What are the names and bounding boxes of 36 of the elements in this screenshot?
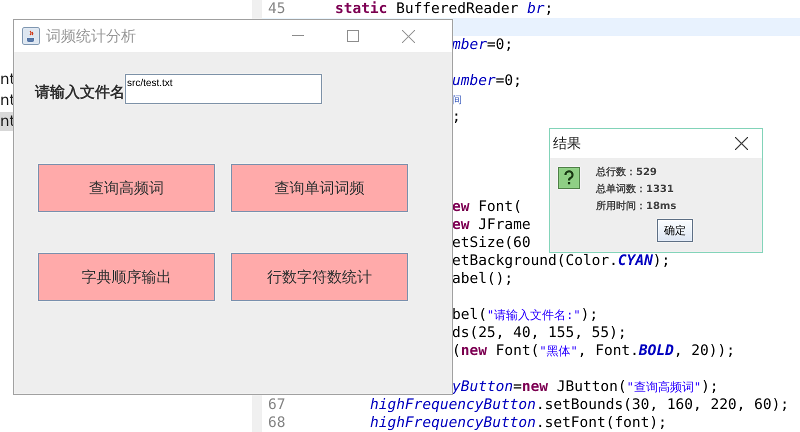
code-line: ds(25, 40, 155, 55);	[452, 324, 627, 342]
action-button[interactable]: 查询单词词频	[231, 164, 408, 212]
code-line: ew Font(	[452, 198, 522, 216]
line-number: 45	[268, 0, 286, 18]
code-line: 间	[452, 94, 462, 108]
code-line: (new Font("黑体", Font.BOLD, 20));	[452, 342, 735, 360]
code-line: umber=0;	[452, 72, 522, 90]
coffee-cup-icon	[22, 27, 40, 45]
code-line: static BufferedReader br;	[335, 0, 554, 18]
minimize-icon[interactable]	[292, 35, 304, 37]
code-line: yButton=new JButton("查询高频词");	[452, 378, 719, 396]
result-text: 所用时间：18ms	[596, 200, 676, 213]
ok-button[interactable]: 确定	[657, 219, 693, 242]
code-line: ew JFrame	[452, 216, 531, 234]
code-line: bel("请输入文件名:");	[452, 306, 598, 324]
action-button[interactable]: 行数字符数统计	[231, 253, 408, 301]
code-line: etSize(60	[452, 234, 531, 252]
field-label: 请输入文件名	[35, 83, 125, 103]
close-icon[interactable]	[735, 137, 748, 150]
code-line: etBackground(Color.CYAN);	[452, 252, 670, 270]
action-button[interactable]: 查询高频词	[38, 164, 215, 212]
code-line: abel();	[452, 270, 514, 288]
file-name-field[interactable]: src/test.txt	[125, 74, 322, 104]
code-line: mber=0;	[452, 36, 514, 54]
line-number: 68	[268, 414, 286, 432]
code-line: ;	[452, 108, 461, 126]
result-text: 总单词数：1331	[596, 183, 675, 196]
question-icon	[558, 167, 580, 189]
code-line: highFrequencyButton.setFont(font);	[370, 414, 667, 432]
maximize-icon[interactable]	[347, 30, 359, 42]
dialog-title: 结果	[553, 134, 581, 152]
line-number: 67	[268, 396, 286, 414]
window-title: 词频统计分析	[46, 26, 136, 46]
code-line: highFrequencyButton.setBounds(30, 160, 220, 60);	[370, 396, 790, 414]
result-text: 总行数：529	[596, 166, 658, 179]
action-button[interactable]: 字典顺序输出	[38, 253, 215, 301]
